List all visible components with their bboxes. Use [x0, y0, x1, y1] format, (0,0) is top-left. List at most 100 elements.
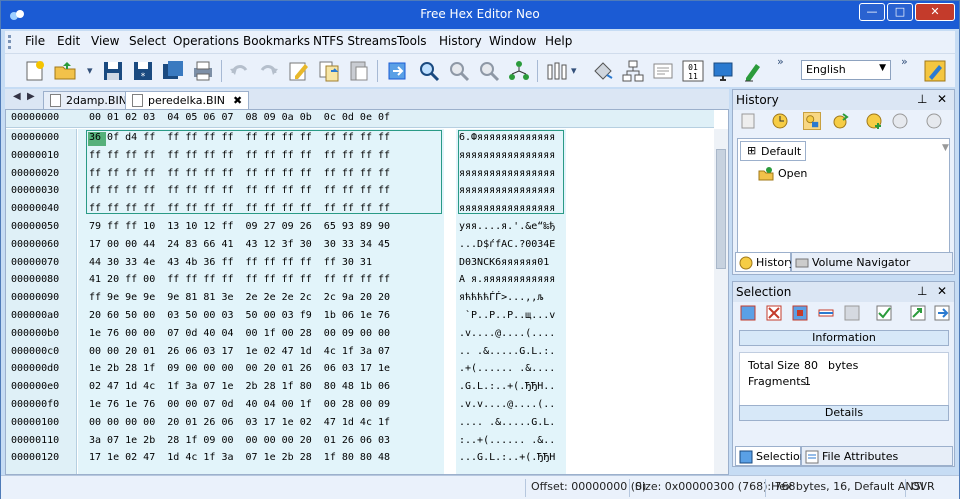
hex-row[interactable]: 000000d0 1e 2b 28 1f 09 00 00 00 00 20 01… [6, 361, 706, 377]
row-hex-bytes[interactable]: 41 20 ff 00 ff ff ff ff ff ff ff ff ff f… [89, 272, 390, 288]
tab-2damp[interactable]: 2damp.BIN [43, 91, 134, 109]
row-hex-bytes[interactable]: 1e 76 1e 76 00 00 07 0d 40 04 00 1f 00 2… [89, 397, 390, 413]
tab-scroll-left-icon[interactable]: ◀ [13, 91, 21, 102]
pattern-icon[interactable] [507, 59, 531, 83]
menu-edit[interactable]: Edit [57, 34, 80, 48]
select-grid-icon[interactable] [739, 304, 757, 322]
row-hex-bytes[interactable]: 20 60 50 00 03 50 00 03 50 00 03 f9 1b 0… [89, 308, 390, 324]
row-text[interactable]: .... .&.....G.L. [459, 415, 555, 431]
edit-icon[interactable] [287, 59, 311, 83]
maximize-button[interactable]: □ [887, 3, 913, 21]
menu-bookmarks[interactable]: Bookmarks [243, 34, 310, 48]
select-check-icon[interactable] [875, 304, 893, 322]
remote-screen-icon[interactable] [711, 59, 735, 83]
tab-file-attributes[interactable]: File Attributes [801, 446, 953, 466]
row-text[interactable]: `P..P..P..щ...v [459, 308, 555, 324]
tab-history[interactable]: History [735, 252, 795, 272]
hex-row[interactable]: 00000070 44 30 33 4e 43 4b 36 ff ff ff ff… [6, 255, 706, 271]
row-hex-bytes[interactable]: 00 00 00 00 20 01 26 06 03 17 1e 02 47 1… [89, 415, 390, 431]
tab-selection[interactable]: Selection [735, 446, 807, 466]
find-next-icon[interactable] [447, 59, 471, 83]
tab-scroll-right-icon[interactable]: ▶ [27, 91, 35, 102]
pin-icon[interactable]: ⊥ [917, 284, 927, 298]
close-icon[interactable]: ✕ [937, 92, 947, 106]
row-text[interactable]: .. .&.....G.L.:. [459, 344, 555, 360]
row-text[interactable]: .+(...... .&.... [459, 361, 555, 377]
toolbar-overflow-button-2[interactable]: » [901, 55, 908, 68]
hex-row[interactable]: 000000c0 00 00 20 01 26 06 03 17 1e 02 47… [6, 344, 706, 360]
menu-operations[interactable]: Operations [173, 34, 239, 48]
paste-icon[interactable] [347, 59, 371, 83]
menu-select[interactable]: Select [129, 34, 166, 48]
history-back-icon[interactable] [739, 112, 757, 130]
row-text[interactable]: яћћћћЃЃ>...,,љ [459, 290, 555, 306]
columns-icon[interactable] [545, 59, 569, 83]
select-pattern-icon[interactable] [843, 304, 861, 322]
toolbar-overflow-button[interactable]: » [777, 55, 784, 68]
open-dropdown-icon[interactable]: ▾ [87, 64, 93, 77]
history-users-icon[interactable] [803, 112, 821, 130]
row-text[interactable]: .v.v....@....(.. [459, 397, 555, 413]
marker-icon[interactable] [741, 59, 765, 83]
row-text[interactable]: .v....@....(.... [459, 326, 555, 342]
menu-ntfs-streams[interactable]: NTFS Streams [313, 34, 397, 48]
row-text[interactable]: :..+(...... .&.. [459, 433, 555, 449]
menu-tools[interactable]: Tools [397, 34, 427, 48]
row-hex-bytes[interactable]: 1e 76 00 00 07 0d 40 04 00 1f 00 28 00 0… [89, 326, 390, 342]
history-jump-icon[interactable] [831, 112, 849, 130]
close-window-button[interactable]: ✕ [915, 3, 955, 21]
chevron-down-icon[interactable]: ▼ [942, 143, 949, 153]
select-range-icon[interactable] [817, 304, 835, 322]
goto-icon[interactable] [385, 59, 409, 83]
encoding-icon[interactable] [651, 59, 675, 83]
select-clear-icon[interactable] [765, 304, 783, 322]
hex-row[interactable]: 00000050 79 ff ff 10 13 10 12 ff 09 27 09… [6, 219, 706, 235]
row-text[interactable]: .G.L.:..+(.ЂЂH.. [459, 379, 555, 395]
pin-icon[interactable]: ⊥ [917, 92, 927, 106]
hex-row[interactable]: 00000100 00 00 00 00 20 01 26 06 03 17 1e… [6, 415, 706, 431]
hex-row[interactable]: 00000080 41 20 ff 00 ff ff ff ff ff ff ff… [6, 272, 706, 288]
title-bar[interactable]: Free Hex Editor Neo — □ ✕ [1, 1, 959, 29]
row-text[interactable]: D03NCK6яяяяяя01 [459, 255, 549, 271]
new-file-icon[interactable] [23, 59, 47, 83]
row-hex-bytes[interactable]: 1e 2b 28 1f 09 00 00 00 00 20 01 26 06 0… [89, 361, 390, 377]
hex-row[interactable]: 000000b0 1e 76 00 00 07 0d 40 04 00 1f 00… [6, 326, 706, 342]
save-icon[interactable] [101, 59, 125, 83]
hex-row[interactable]: 00000120 17 1e 02 47 1d 4c 1f 3a 07 1e 2b… [6, 450, 706, 466]
vertical-scrollbar[interactable] [714, 129, 728, 474]
row-hex-bytes[interactable]: 17 1e 02 47 1d 4c 1f 3a 07 1e 2b 28 1f 8… [89, 450, 390, 466]
hex-row[interactable]: 00000060 17 00 00 44 24 83 66 41 43 12 3f… [6, 237, 706, 253]
details-header[interactable]: Details [739, 405, 949, 421]
tab-peredelka[interactable]: peredelka.BIN ✖ [125, 91, 250, 109]
hex-editor-view[interactable]: 00000000 00 01 02 03 04 05 06 07 08 09 0… [5, 109, 729, 475]
redo-icon[interactable] [257, 59, 281, 83]
select-block-icon[interactable] [791, 304, 809, 322]
close-tab-icon[interactable]: ✖ [233, 94, 242, 107]
scrollbar-thumb[interactable] [716, 149, 726, 269]
save-all-icon[interactable] [161, 59, 185, 83]
hex-row[interactable]: 00000090 ff 9e 9e 9e 9e 81 81 3e 2e 2e 2e… [6, 290, 706, 306]
undo-icon[interactable] [227, 59, 251, 83]
menu-history[interactable]: History [439, 34, 482, 48]
row-hex-bytes[interactable]: 3a 07 1e 2b 28 1f 09 00 00 00 00 20 01 2… [89, 433, 390, 449]
hex-row[interactable]: 000000e0 02 47 1d 4c 1f 3a 07 1e 2b 28 1f… [6, 379, 706, 395]
history-tab-default[interactable]: ⊞ Default [740, 141, 807, 161]
fill-icon[interactable] [591, 59, 615, 83]
structure-icon[interactable] [621, 59, 645, 83]
row-text[interactable]: ...G.L.:..+(.ЂЂH [459, 450, 555, 466]
settings-paint-icon[interactable] [923, 59, 947, 83]
row-hex-bytes[interactable]: 79 ff ff 10 13 10 12 ff 09 27 09 26 65 9… [89, 219, 390, 235]
menu-help[interactable]: Help [545, 34, 572, 48]
menu-window[interactable]: Window [489, 34, 536, 48]
row-text[interactable]: ...D$ѓfAC.?0034E [459, 237, 555, 253]
select-import-icon[interactable] [909, 304, 927, 322]
language-select[interactable]: English ▼ [801, 60, 891, 80]
find-icon[interactable] [417, 59, 441, 83]
history-remove-icon[interactable] [891, 112, 909, 130]
menu-file[interactable]: File [25, 34, 45, 48]
history-item-open[interactable]: Open [758, 165, 938, 183]
history-clear-icon[interactable] [925, 112, 943, 130]
row-text[interactable]: A я.яяяяяяяяяяяя [459, 272, 555, 288]
print-icon[interactable] [191, 59, 215, 83]
hex-row[interactable]: 00000110 3a 07 1e 2b 28 1f 09 00 00 00 00… [6, 433, 706, 449]
